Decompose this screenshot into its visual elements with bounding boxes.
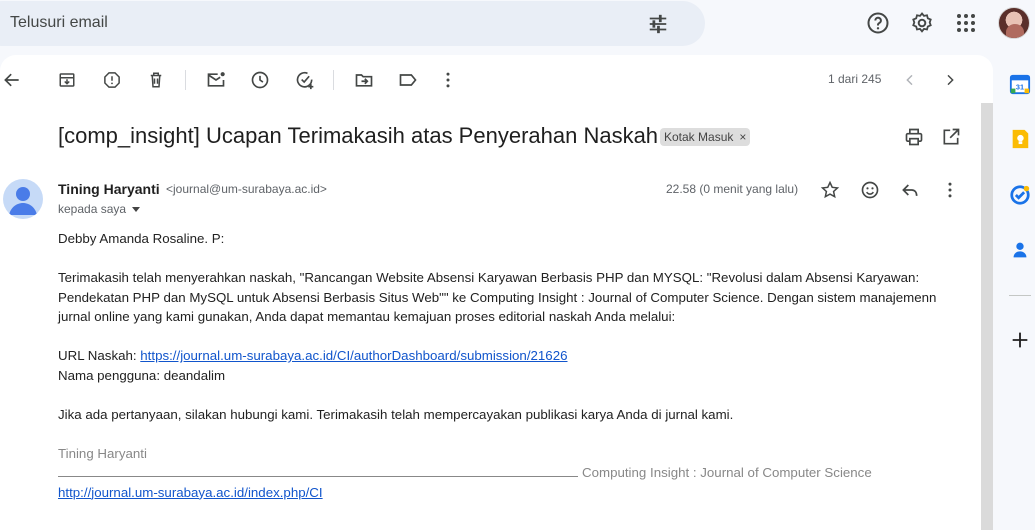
- apps-grid-icon[interactable]: [954, 11, 978, 35]
- older-chevron-right-icon[interactable]: [938, 68, 962, 92]
- add-addon-plus-icon[interactable]: [1009, 329, 1031, 351]
- closing-paragraph: Jika ada pertanyaan, silakan hubungi kam…: [58, 406, 734, 422]
- top-bar: Telusuri email: [0, 0, 1035, 52]
- signature-link-line: http://journal.um-surabaya.ac.id/index.p…: [58, 483, 968, 503]
- url-label: URL Naskah:: [58, 348, 141, 363]
- greeting: Debby Amanda Rosaline. P:: [58, 231, 225, 246]
- remove-label-button[interactable]: ×: [739, 130, 746, 144]
- snooze-clock-icon[interactable]: [248, 68, 272, 92]
- pagination-count: 1 dari 245: [828, 72, 882, 86]
- sender-email: <journal@um-surabaya.ac.id>: [166, 182, 327, 196]
- scrollbar[interactable]: [981, 103, 993, 530]
- archive-icon[interactable]: [55, 68, 79, 92]
- help-icon[interactable]: [866, 11, 890, 35]
- toolbar-divider: [185, 70, 186, 90]
- recipient-details[interactable]: kepada saya: [58, 202, 141, 216]
- toolbar-divider: [333, 70, 334, 90]
- settings-gear-icon[interactable]: [910, 11, 934, 35]
- signature-name: Tining Haryanti: [58, 445, 147, 461]
- move-to-folder-icon[interactable]: [352, 68, 376, 92]
- side-panel: [993, 55, 1035, 530]
- keep-notes-icon[interactable]: [1009, 128, 1031, 150]
- report-spam-icon[interactable]: [100, 68, 124, 92]
- search-bar[interactable]: Telusuri email: [0, 1, 705, 46]
- journal-link[interactable]: http://journal.um-surabaya.ac.id/index.p…: [58, 485, 323, 500]
- caret-down-icon[interactable]: [132, 207, 141, 213]
- email-subject: [comp_insight] Ucapan Terimakasih atas P…: [58, 123, 659, 148]
- sender-name[interactable]: Tining Haryanti: [58, 181, 160, 197]
- back-arrow-icon[interactable]: [0, 68, 24, 92]
- print-icon[interactable]: [904, 127, 924, 147]
- message-toolbar: 1 dari 245: [0, 55, 993, 105]
- message-more-options-icon[interactable]: [939, 179, 961, 201]
- side-panel-divider: [1009, 295, 1031, 296]
- recipient-text: kepada saya: [58, 202, 127, 216]
- submission-link[interactable]: https://journal.um-surabaya.ac.id/CI/aut…: [140, 348, 567, 363]
- message-panel: 1 dari 245 [comp_insight] Ucapan Terimak…: [0, 55, 993, 530]
- label-tag-icon[interactable]: [396, 68, 420, 92]
- open-in-new-window-icon[interactable]: [941, 127, 961, 147]
- email-body: Debby Amanda Rosaline. P: Terimakasih te…: [58, 229, 968, 502]
- more-options-icon[interactable]: [436, 68, 460, 92]
- add-to-tasks-icon[interactable]: [293, 68, 317, 92]
- search-options-icon[interactable]: [647, 13, 669, 35]
- submission-url-line: URL Naskah: https://journal.um-surabaya.…: [58, 346, 968, 366]
- calendar-day: 31: [1016, 83, 1024, 92]
- tasks-icon[interactable]: [1009, 184, 1031, 206]
- sender-avatar[interactable]: [3, 179, 43, 219]
- contacts-icon[interactable]: [1009, 239, 1031, 261]
- mark-unread-icon[interactable]: [204, 68, 228, 92]
- signature-journal: Computing Insight : Journal of Computer …: [582, 465, 872, 480]
- signature-journal-line: Computing Insight : Journal of Computer …: [58, 463, 968, 483]
- search-input[interactable]: Telusuri email: [10, 14, 108, 32]
- inbox-label-chip[interactable]: Kotak Masuk ×: [660, 128, 751, 146]
- search-icon[interactable]: [0, 13, 2, 35]
- newer-chevron-left-icon[interactable]: [898, 68, 922, 92]
- username-line: Nama pengguna: deandalim: [58, 367, 226, 383]
- label-chip-text: Kotak Masuk: [664, 130, 734, 144]
- account-avatar[interactable]: [998, 7, 1030, 39]
- signature-divider: [58, 464, 578, 477]
- reply-icon[interactable]: [899, 179, 921, 201]
- body-paragraph: Terimakasih telah menyerahkan naskah, "R…: [58, 270, 937, 324]
- delete-trash-icon[interactable]: [144, 68, 168, 92]
- emoji-reaction-icon[interactable]: [859, 179, 881, 201]
- calendar-icon[interactable]: 31: [1009, 73, 1031, 95]
- star-icon[interactable]: [819, 179, 841, 201]
- message-timestamp: 22.58 (0 menit yang lalu): [666, 182, 799, 196]
